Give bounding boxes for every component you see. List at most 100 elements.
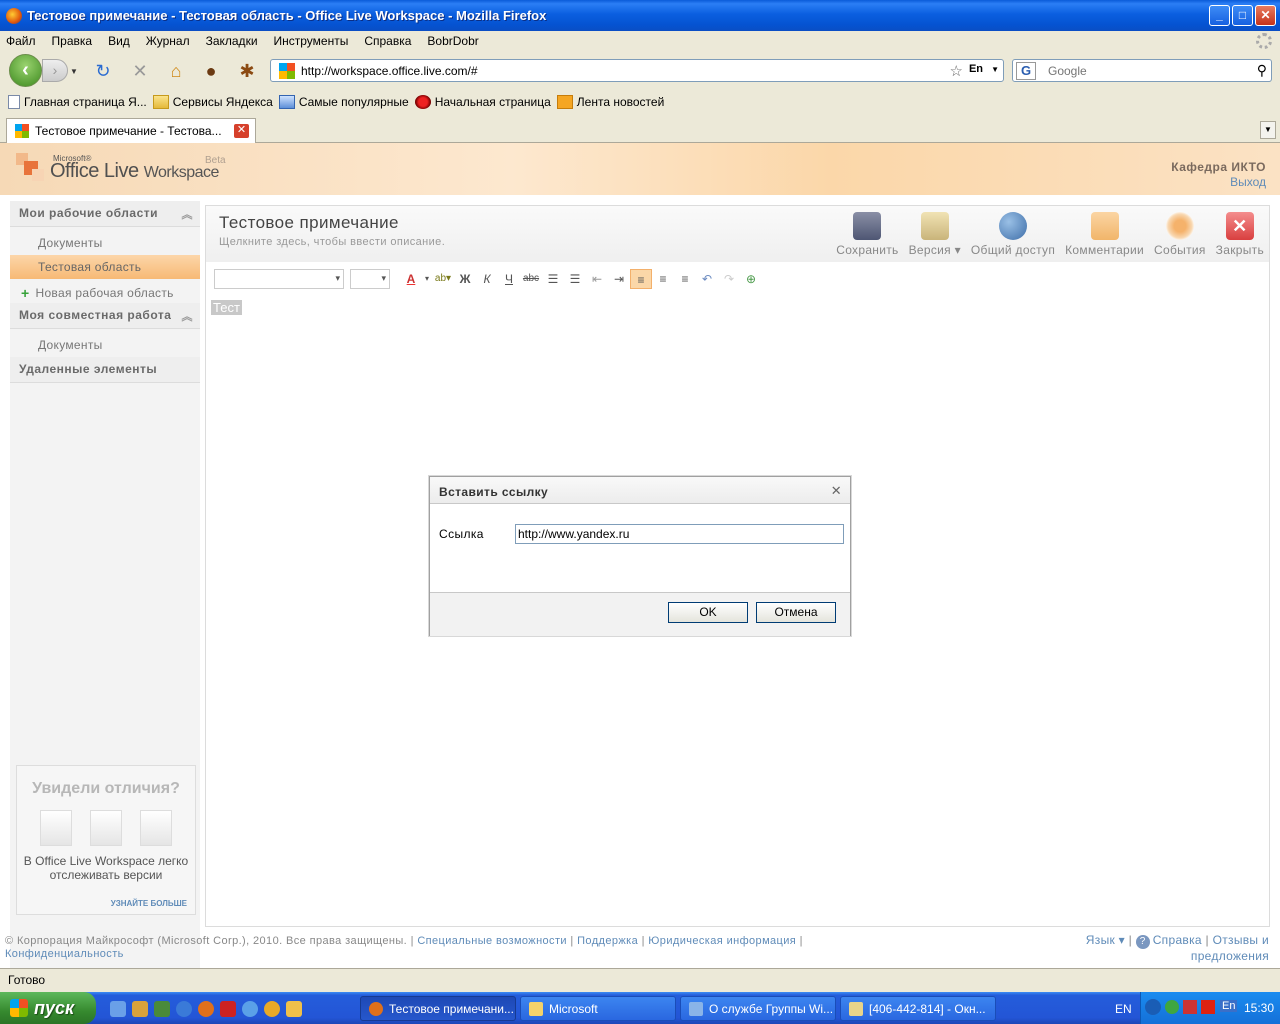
feedback-link[interactable]: Отзывы и — [1213, 933, 1269, 947]
bookmark-start-page[interactable]: Начальная страница — [414, 95, 551, 109]
search-input[interactable] — [1048, 63, 1248, 78]
quicklaunch-firefox-icon[interactable] — [198, 1001, 214, 1017]
window-titlebar[interactable]: Тестовое примечание - Тестовая область -… — [0, 0, 1280, 31]
events-button[interactable]: События — [1154, 212, 1206, 257]
maximize-button[interactable]: □ — [1232, 5, 1253, 26]
new-workspace-link[interactable]: + Новая рабочая область — [10, 279, 200, 303]
tab-active[interactable]: Тестовое примечание - Тестова... ✕ — [6, 118, 256, 143]
task-microsoft-folder[interactable]: Microsoft — [520, 996, 676, 1021]
search-bar[interactable]: G ⚲ — [1012, 59, 1272, 82]
document-description[interactable]: Щелкните здесь, чтобы ввести описание. — [219, 236, 445, 248]
bold-button[interactable]: Ж — [454, 269, 476, 289]
home-icon[interactable]: ⌂ — [165, 60, 187, 82]
comments-button[interactable]: Комментарии — [1065, 212, 1144, 257]
font-family-select[interactable] — [214, 269, 344, 289]
italic-button[interactable]: К — [476, 269, 498, 289]
collapse-icon[interactable]: ︽ — [182, 308, 194, 324]
bookmark-news-feed[interactable]: Лента новостей — [556, 95, 664, 109]
language-indicator[interactable]: En — [969, 63, 983, 75]
learn-more-link[interactable]: УЗНАЙТЕ БОЛЬШЕ — [111, 899, 187, 908]
close-window-button[interactable]: ✕ — [1255, 5, 1276, 26]
url-bar[interactable]: ☆ En ▼ — [270, 59, 1004, 82]
language-selector[interactable]: Язык ▾ — [1086, 933, 1125, 947]
menu-edit[interactable]: Правка — [52, 34, 93, 48]
version-button[interactable]: Версия ▾ — [909, 212, 961, 257]
back-button[interactable]: ‹ — [9, 54, 42, 87]
dialog-close-icon[interactable]: ✕ — [831, 483, 842, 499]
bookmark-yandex-home[interactable]: Главная страница Я... — [8, 95, 147, 109]
highlight-icon[interactable]: ab▾ — [432, 269, 454, 289]
logout-link[interactable]: Выход — [1171, 175, 1266, 190]
collapse-icon[interactable]: ︽ — [182, 206, 194, 222]
quicklaunch-opera-icon[interactable] — [220, 1001, 236, 1017]
clock[interactable]: 15:30 — [1244, 1001, 1274, 1015]
bookmark-star-icon[interactable]: ☆ — [950, 62, 963, 80]
menu-history[interactable]: Журнал — [146, 34, 190, 48]
share-button[interactable]: Общий доступ — [971, 212, 1055, 257]
tray-security-icon[interactable] — [1183, 1000, 1197, 1014]
save-button[interactable]: Сохранить — [836, 212, 898, 257]
keyboard-language[interactable]: EN — [1115, 1002, 1132, 1016]
google-engine-icon[interactable]: G — [1016, 61, 1036, 80]
task-firefox[interactable]: Тестовое примечани... — [360, 996, 516, 1021]
align-right-icon[interactable]: ≡ — [674, 269, 696, 289]
forward-button[interactable]: › — [42, 59, 68, 82]
quicklaunch-ie2-icon[interactable] — [242, 1001, 258, 1017]
undo-icon[interactable]: ↶ — [696, 269, 718, 289]
underline-button[interactable]: Ч — [498, 269, 520, 289]
quicklaunch-app-icon[interactable] — [132, 1001, 148, 1017]
sidebar-section-deleted[interactable]: Удаленные элементы — [10, 357, 200, 383]
stop-icon[interactable]: ✕ — [129, 60, 151, 82]
quicklaunch-ie-icon[interactable] — [176, 1001, 192, 1017]
strikethrough-button[interactable]: abc — [520, 269, 542, 289]
tab-list-button[interactable]: ▼ — [1260, 121, 1276, 139]
numbered-list-icon[interactable]: ☰ — [542, 269, 564, 289]
menu-help[interactable]: Справка — [364, 34, 411, 48]
bookmark-yandex-services[interactable]: Сервисы Яндекса — [152, 95, 273, 109]
sidebar-item-shared-documents[interactable]: Документы — [10, 333, 200, 357]
close-document-button[interactable]: ✕ Закрыть — [1216, 212, 1264, 257]
tray-network-icon[interactable] — [1165, 1000, 1179, 1014]
menu-bobrdobr[interactable]: BobrDobr — [427, 34, 478, 48]
bullet-list-icon[interactable]: ☰ — [564, 269, 586, 289]
selected-text[interactable]: Тест — [211, 300, 242, 315]
quicklaunch-app-icon[interactable] — [286, 1001, 302, 1017]
link-url-input[interactable] — [515, 524, 844, 544]
privacy-link[interactable]: Конфиденциальность — [5, 948, 124, 960]
font-color-dropdown-icon[interactable]: ▾ — [422, 269, 432, 289]
font-size-select[interactable] — [350, 269, 390, 289]
legal-link[interactable]: Юридическая информация — [648, 935, 796, 947]
align-left-icon[interactable]: ≡ — [630, 269, 652, 289]
outdent-icon[interactable]: ⇤ — [586, 269, 608, 289]
sidebar-item-test-area[interactable]: Тестовая область — [10, 255, 200, 279]
url-input[interactable] — [301, 63, 921, 78]
sidebar-section-my-workspaces[interactable]: Мои рабочие области ︽ — [10, 201, 200, 227]
sidebar-item-documents[interactable]: Документы — [10, 231, 200, 255]
url-dropdown-icon[interactable]: ▼ — [991, 65, 999, 74]
tray-language-indicator[interactable]: En — [1220, 1000, 1238, 1012]
quicklaunch-media-icon[interactable] — [264, 1001, 280, 1017]
search-icon[interactable]: ⚲ — [1257, 62, 1267, 79]
quicklaunch-desktop-icon[interactable] — [110, 1001, 126, 1017]
indent-icon[interactable]: ⇥ — [608, 269, 630, 289]
sidebar-section-shared[interactable]: Моя совместная работа ︽ — [10, 303, 200, 329]
history-dropdown-icon[interactable]: ▼ — [70, 67, 78, 76]
bookmark-most-popular[interactable]: Самые популярные — [278, 95, 409, 109]
cancel-button[interactable]: Отмена — [756, 602, 836, 623]
insert-link-icon[interactable]: ⊕ — [740, 269, 762, 289]
document-body[interactable]: Тест — [211, 300, 242, 315]
paw-icon[interactable]: ✱ — [236, 60, 258, 82]
task-windows-group[interactable]: О службе Группы Wi... — [680, 996, 836, 1021]
align-center-icon[interactable]: ≡ — [652, 269, 674, 289]
font-color-icon[interactable]: A — [400, 269, 422, 289]
bobrdobr-icon[interactable]: ● — [200, 60, 222, 82]
tray-k-icon[interactable] — [1201, 1000, 1215, 1014]
office-live-logo[interactable]: Microsoft® Office Live Workspace Beta — [16, 151, 226, 183]
quicklaunch-app-icon[interactable] — [154, 1001, 170, 1017]
minimize-button[interactable]: _ — [1209, 5, 1230, 26]
support-link[interactable]: Поддержка — [577, 935, 638, 947]
redo-icon[interactable]: ↷ — [718, 269, 740, 289]
document-title[interactable]: Тестовое примечание — [219, 213, 399, 233]
menu-bookmarks[interactable]: Закладки — [206, 34, 258, 48]
ok-button[interactable]: OK — [668, 602, 748, 623]
